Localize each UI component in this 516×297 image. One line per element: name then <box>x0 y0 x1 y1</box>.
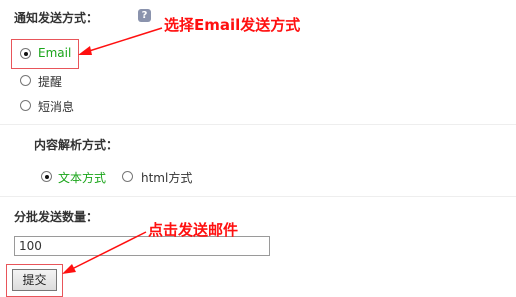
annotation-select-email: 选择Email发送方式 <box>164 16 301 34</box>
section-divider <box>0 196 516 197</box>
short-message-option-label[interactable]: 短消息 <box>38 98 74 115</box>
notify-method-label: 通知发送方式： <box>14 11 99 25</box>
submit-button[interactable]: 提交 <box>12 269 57 291</box>
plain-text-option-label[interactable]: 文本方式 <box>58 169 106 186</box>
help-icon[interactable]: ? <box>138 9 151 22</box>
short-message-radio[interactable] <box>20 100 31 111</box>
content-parse-label: 内容解析方式： <box>34 138 119 152</box>
annotation-click-send: 点击发送邮件 <box>148 221 239 239</box>
reminder-radio[interactable] <box>20 75 31 86</box>
html-mode-option-label[interactable]: html方式 <box>141 169 192 186</box>
section-divider <box>0 124 516 125</box>
arrow-to-email <box>78 27 163 55</box>
plain-text-radio[interactable] <box>41 171 52 182</box>
email-option-label[interactable]: Email <box>38 46 71 60</box>
batch-count-label: 分批发送数量： <box>14 210 99 224</box>
email-radio[interactable] <box>20 48 31 59</box>
reminder-option-label[interactable]: 提醒 <box>38 73 62 90</box>
html-mode-radio[interactable] <box>122 171 133 182</box>
